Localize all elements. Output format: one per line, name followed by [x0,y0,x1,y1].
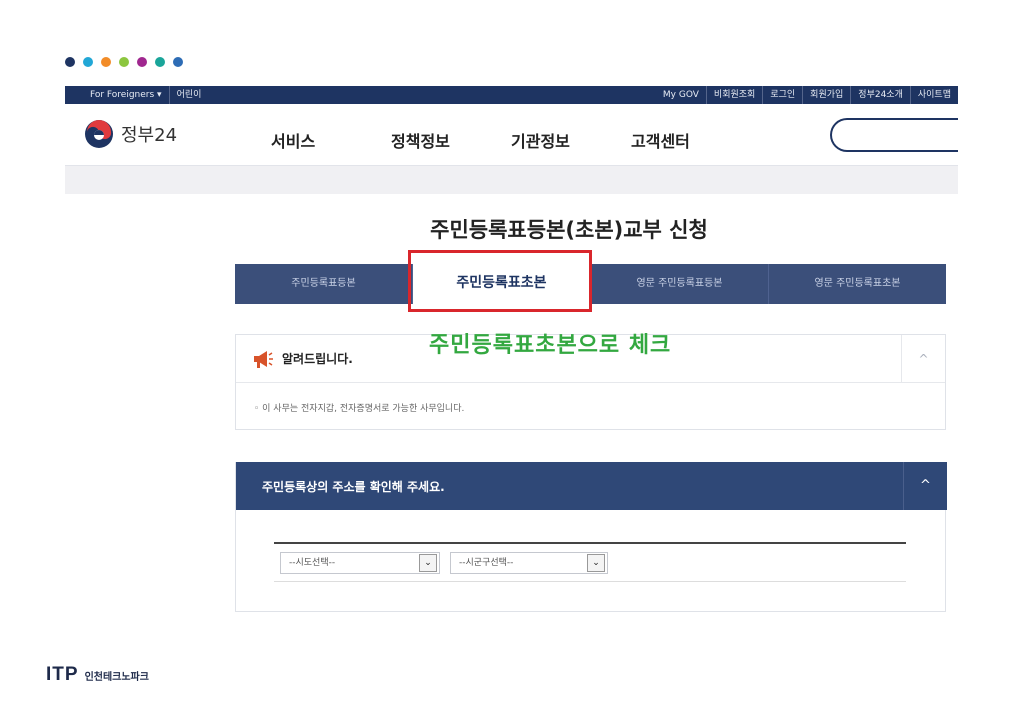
tab-resident-copy[interactable]: 주민등록표등본 [235,264,413,304]
breadcrumb-band [65,166,958,194]
itp-brand: ITP [46,664,79,685]
foreigners-link[interactable]: For Foreigners ▾ [83,86,170,104]
screenshot: For Foreigners ▾ 어린이 My GOV 비회원조회 로그인 회원… [65,86,958,612]
sigungu-select-value: --시군구선택-- [459,558,514,568]
topbar-left-links: For Foreigners ▾ 어린이 [83,86,208,104]
notice-collapse-icon[interactable]: ^ [901,335,945,383]
highlight-box [408,250,592,312]
decorative-dot [137,57,147,67]
search-input[interactable] [830,118,958,152]
chevron-down-icon: ⌄ [419,554,437,572]
taegeuk-logo-icon [85,120,113,148]
notice-text: ◦ 이 사무는 전자지갑, 전자증명서로 가능한 사무입니다. [254,404,465,414]
mygov-link[interactable]: My GOV [656,86,707,104]
site-header: 정부24 서비스 정책정보 기관정보 고객센터 [65,104,958,166]
chevron-down-icon: ⌄ [587,554,605,572]
decorative-dot [155,57,165,67]
site-logo[interactable]: 정부24 [83,118,177,150]
decorative-dot [65,57,75,67]
annotation-text: 주민등록표초본으로 체크 [429,333,672,358]
login-link[interactable]: 로그인 [763,86,804,104]
nav-agency[interactable]: 기관정보 [511,128,631,152]
address-select-row: --시도선택-- ⌄ --시군구선택-- ⌄ [274,542,906,582]
tab-english-resident-abstract[interactable]: 영문 주민등록표초본 [769,264,946,304]
sido-select-value: --시도선택-- [289,558,336,568]
sigungu-select[interactable]: --시군구선택-- ⌄ [450,552,608,574]
nav-policy[interactable]: 정책정보 [391,128,511,152]
nav-services[interactable]: 서비스 [271,128,391,152]
tab-english-resident-copy[interactable]: 영문 주민등록표등본 [591,264,769,304]
itp-subtitle: 인천테크노파크 [84,671,149,683]
kids-link[interactable]: 어린이 [170,86,209,104]
about-link[interactable]: 정부24소개 [851,86,911,104]
topbar-right-links: My GOV 비회원조회 로그인 회원가입 정부24소개 사이트맵 [656,86,958,104]
address-title: 주민등록상의 주소를 확인해 주세요. [262,480,445,494]
notice-title: 알려드립니다. [282,352,353,366]
decorative-dot [119,57,129,67]
page-title: 주민등록표등본(초본)교부 신청 [430,218,708,242]
guest-lookup-link[interactable]: 비회원조회 [707,86,764,104]
address-collapse-icon[interactable]: ^ [903,462,947,510]
address-panel: 주민등록상의 주소를 확인해 주세요. ^ --시도선택-- ⌄ --시군구선택… [235,462,947,612]
sido-select[interactable]: --시도선택-- ⌄ [280,552,440,574]
decorative-dot [83,57,93,67]
decorative-dot [173,57,183,67]
slide: For Foreigners ▾ 어린이 My GOV 비회원조회 로그인 회원… [0,0,1024,708]
logo-text: 정부24 [121,125,178,146]
address-header: 주민등록상의 주소를 확인해 주세요. ^ [236,462,947,510]
sitemap-link[interactable]: 사이트맵 [911,86,958,104]
top-utility-bar: For Foreigners ▾ 어린이 My GOV 비회원조회 로그인 회원… [65,86,958,104]
decorative-dot [101,57,111,67]
megaphone-icon [254,351,273,368]
nav-support[interactable]: 고객센터 [631,128,751,152]
decorative-dots [65,57,183,67]
main-nav: 서비스 정책정보 기관정보 고객센터 [271,128,751,152]
signup-link[interactable]: 회원가입 [803,86,852,104]
itp-logo: ITP 인천테크노파크 [46,664,149,686]
